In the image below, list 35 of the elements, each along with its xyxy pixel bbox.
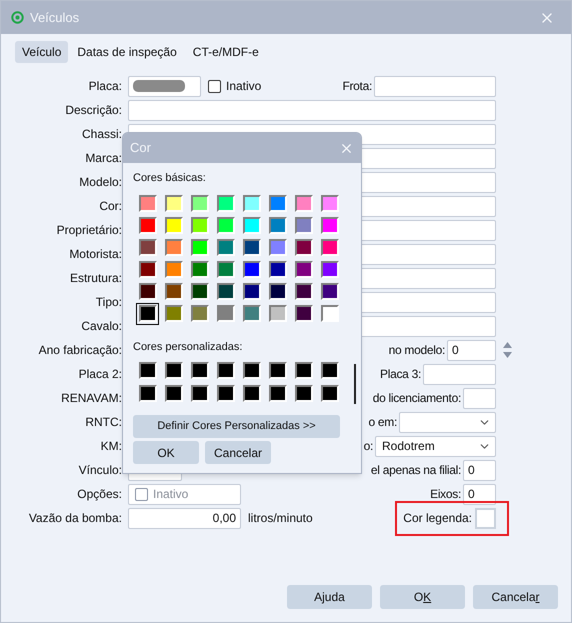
field-label: o em: bbox=[368, 414, 397, 431]
section-label: Cores básicas: bbox=[133, 171, 207, 186]
field-label: Motorista: bbox=[69, 246, 122, 263]
section-label: Cores personalizadas: bbox=[133, 340, 244, 354]
checkbox-label: Inativo bbox=[153, 486, 188, 503]
field-label: Descrição: bbox=[65, 102, 122, 119]
field-label: Tipo: bbox=[96, 294, 122, 311]
field-label: RENAVAM: bbox=[61, 390, 122, 407]
window-title: Veículos bbox=[30, 8, 80, 27]
field-label: KM: bbox=[100, 438, 122, 455]
field-label: Placa 2: bbox=[78, 366, 122, 383]
field-label: Proprietário: bbox=[56, 222, 122, 239]
field-label: el apenas na filial: bbox=[370, 462, 461, 479]
field-label: Estrutura: bbox=[70, 270, 122, 287]
field-label: Placa 3: bbox=[380, 366, 421, 383]
field-label: Frota: bbox=[342, 78, 372, 95]
field-label: Cor legenda: bbox=[403, 510, 472, 527]
field-label: Ano fabricação: bbox=[38, 342, 122, 359]
checkbox-label: Inativo bbox=[226, 78, 262, 95]
field-label: Vazão da bomba: bbox=[28, 510, 122, 527]
field-label: Cavalo: bbox=[81, 318, 122, 335]
dialog-title: Cor bbox=[130, 139, 151, 158]
field-label: o: bbox=[364, 438, 373, 455]
field-label: Marca: bbox=[85, 150, 122, 167]
field-label: Modelo: bbox=[79, 174, 122, 191]
unit-label: litros/minuto bbox=[248, 510, 313, 527]
field-label: Vínculo: bbox=[78, 462, 122, 479]
field-label: Eixos: bbox=[430, 486, 461, 503]
field-label: Placa: bbox=[88, 78, 122, 95]
field-label: Cor: bbox=[99, 198, 122, 215]
field-label: Chassi: bbox=[82, 126, 122, 143]
field-label: RNTC: bbox=[85, 414, 122, 431]
field-label: no modelo: bbox=[388, 342, 445, 359]
field-label: do licenciamento: bbox=[372, 390, 461, 407]
field-label: Opções: bbox=[77, 486, 122, 503]
